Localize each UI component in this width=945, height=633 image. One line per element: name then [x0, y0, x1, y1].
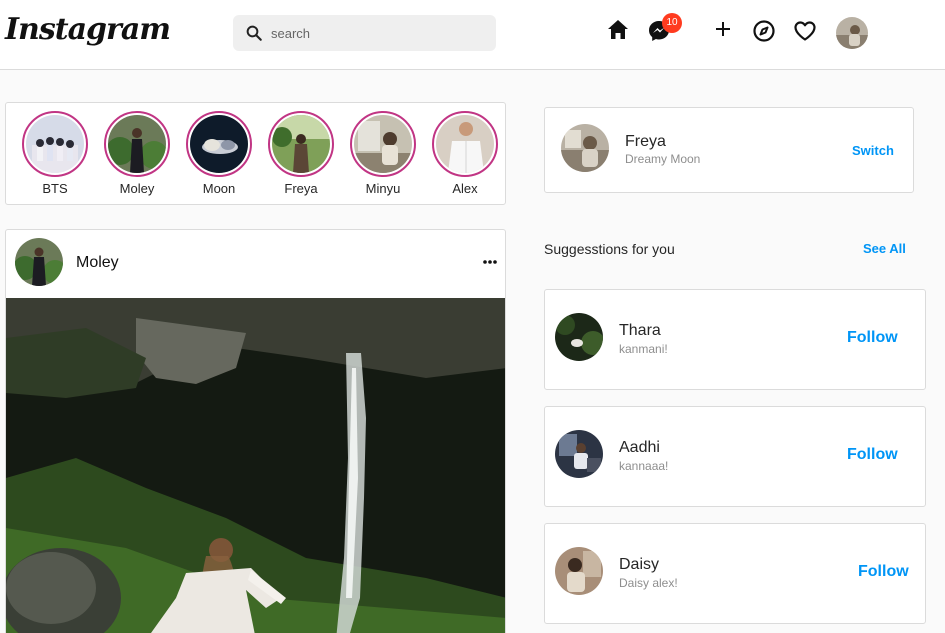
search-icon [246, 25, 262, 41]
message-count-badge: 10 [662, 13, 682, 33]
suggestion-name[interactable]: Daisy [619, 556, 659, 574]
top-nav-bar: Instagram 10 [0, 0, 945, 70]
suggestion-avatar[interactable] [555, 547, 603, 595]
instagram-logo[interactable]: Instagram [5, 12, 171, 47]
follow-button[interactable]: Follow [847, 446, 898, 464]
post-image[interactable] [6, 298, 506, 633]
story-ring [186, 111, 252, 177]
story-avatar [190, 115, 248, 173]
suggestion-subtitle: kannaaa! [619, 459, 669, 473]
story-name: Alex [452, 181, 478, 196]
suggestion-avatar[interactable] [555, 313, 603, 361]
plus-icon[interactable] [711, 17, 735, 41]
profile-avatar[interactable] [836, 17, 868, 49]
search-bar[interactable] [233, 15, 496, 51]
feed-post: Moley [5, 229, 506, 633]
suggestion-item: Aadhi kannaaa! Follow [544, 406, 926, 507]
see-all-link[interactable]: See All [863, 241, 906, 256]
suggestions-heading: Suggesstions for you [544, 241, 675, 257]
follow-button[interactable]: Follow [847, 329, 898, 347]
current-user-fullname: Dreamy Moon [625, 152, 701, 166]
suggestion-name[interactable]: Aadhi [619, 439, 660, 457]
suggestion-subtitle: kanmani! [619, 342, 668, 356]
story-ring [350, 111, 416, 177]
current-user-avatar[interactable] [561, 124, 609, 172]
story-name: BTS [42, 181, 68, 196]
switch-account-button[interactable]: Switch [852, 143, 894, 158]
post-author-name[interactable]: Moley [76, 254, 119, 272]
story-avatar [26, 115, 84, 173]
story-avatar [272, 115, 330, 173]
story-item[interactable]: Minyu [350, 111, 416, 196]
suggestion-item: Daisy Daisy alex! Follow [544, 523, 926, 624]
current-user-card: Freya Dreamy Moon Switch [544, 107, 914, 193]
story-avatar [354, 115, 412, 173]
search-input[interactable] [271, 23, 481, 43]
current-username[interactable]: Freya [625, 133, 666, 151]
suggestion-item: Thara kanmani! Follow [544, 289, 926, 390]
story-ring [432, 111, 498, 177]
story-item[interactable]: BTS [22, 111, 88, 196]
follow-button[interactable]: Follow [858, 563, 909, 581]
stories-bar: BTS Moley Moon Freya Minyu Alex [5, 102, 506, 205]
suggestion-name[interactable]: Thara [619, 322, 661, 340]
post-author-avatar[interactable] [15, 238, 63, 286]
story-item[interactable]: Alex [432, 111, 498, 196]
story-name: Minyu [365, 181, 401, 196]
story-avatar [108, 115, 166, 173]
suggestion-subtitle: Daisy alex! [619, 576, 678, 590]
story-name: Freya [284, 181, 318, 196]
story-item[interactable]: Moon [186, 111, 252, 196]
story-ring [104, 111, 170, 177]
story-ring [22, 111, 88, 177]
home-icon[interactable] [606, 18, 630, 42]
story-name: Moley [119, 181, 155, 196]
heart-icon[interactable] [793, 19, 817, 43]
story-item[interactable]: Freya [268, 111, 334, 196]
story-avatar [436, 115, 494, 173]
story-item[interactable]: Moley [104, 111, 170, 196]
more-icon[interactable] [482, 256, 498, 268]
story-name: Moon [202, 181, 236, 196]
story-ring [268, 111, 334, 177]
compass-icon[interactable] [752, 19, 776, 43]
suggestion-avatar[interactable] [555, 430, 603, 478]
